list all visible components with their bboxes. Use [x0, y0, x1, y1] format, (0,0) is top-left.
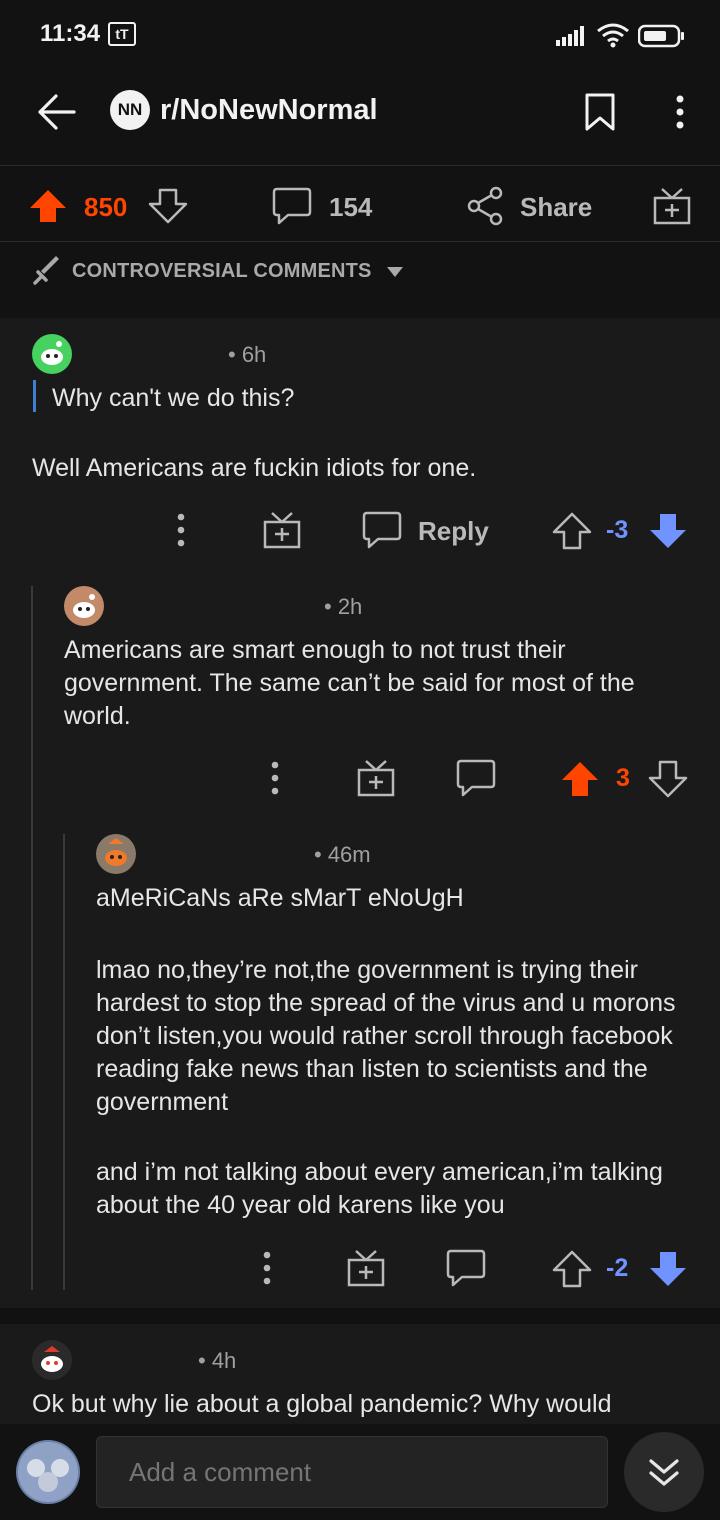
downvote-icon[interactable] [148, 188, 188, 224]
post-action-bar: 850 154 Share [0, 166, 720, 242]
comment-sort[interactable]: CONTROVERSIAL COMMENTS [0, 242, 720, 318]
comment-age: • 2h [324, 594, 363, 619]
more-options-icon[interactable] [672, 94, 688, 130]
comment-paragraph: aMeRiCaNs aRe sMarT eNoUgH [96, 884, 464, 912]
upvote-icon[interactable] [552, 1250, 592, 1288]
upvote-icon[interactable] [552, 512, 592, 550]
comment-score: -3 [606, 516, 629, 544]
reply-icon[interactable] [362, 510, 402, 550]
chevron-down-icon [386, 266, 404, 278]
comment-age: • 46m [314, 842, 371, 867]
status-bar: 11:34 tT [0, 0, 720, 70]
more-options-icon[interactable] [266, 760, 284, 796]
comment-separator [0, 1308, 720, 1324]
wifi-icon [596, 22, 630, 48]
comment-composer [0, 1424, 720, 1520]
comment-paragraph: lmao no,they’re not,the government is tr… [96, 956, 676, 1116]
award-icon[interactable] [346, 1248, 386, 1288]
downvote-icon[interactable] [648, 1250, 688, 1288]
reply-icon[interactable] [456, 758, 496, 798]
redacted-username [80, 1350, 198, 1370]
avatar[interactable] [32, 334, 72, 374]
app-header: NN r/NoNewNormal [0, 70, 720, 166]
comment-text: Ok but why lie about a global pandemic? … [32, 1390, 612, 1418]
clock: 11:34 [40, 20, 101, 47]
avatar[interactable] [32, 1340, 72, 1380]
redacted-username [112, 596, 322, 616]
post-vote-count: 850 [84, 192, 128, 222]
double-chevron-down-icon [648, 1458, 680, 1488]
reply-button[interactable]: Reply [418, 516, 489, 547]
quoted-text: Why can't we do this? [52, 384, 295, 412]
avatar[interactable] [64, 586, 104, 626]
award-icon[interactable] [262, 510, 302, 550]
comment-paragraph: and i’m not talking about every american… [96, 1158, 663, 1219]
redacted-username [92, 344, 222, 364]
downvote-icon[interactable] [648, 760, 688, 798]
sort-label: CONTROVERSIAL COMMENTS [72, 260, 372, 282]
signal-icon [556, 26, 588, 46]
back-arrow-icon[interactable] [36, 92, 76, 132]
upvote-icon[interactable] [560, 760, 600, 798]
subreddit-icon[interactable]: NN [110, 90, 150, 130]
quote-bar [33, 380, 36, 412]
comment-age: • 6h [228, 342, 267, 367]
comment-icon[interactable] [272, 186, 312, 226]
thread-line [31, 586, 33, 1290]
add-comment-input[interactable] [96, 1436, 608, 1508]
comment-score: -2 [606, 1254, 629, 1282]
notification-badge: tT [108, 22, 136, 46]
battery-icon [638, 24, 686, 48]
avatar[interactable] [96, 834, 136, 874]
comment-age: • 4h [198, 1348, 237, 1373]
share-button[interactable]: Share [520, 192, 592, 223]
upvote-icon[interactable] [28, 188, 68, 224]
redacted-username [144, 844, 302, 864]
more-options-icon[interactable] [258, 1250, 276, 1286]
user-avatar[interactable] [16, 1440, 80, 1504]
share-icon[interactable] [466, 186, 504, 226]
subreddit-name[interactable]: r/NoNewNormal [160, 94, 378, 127]
sword-icon [32, 256, 62, 286]
award-icon[interactable] [356, 758, 396, 798]
next-comment-button[interactable] [624, 1432, 704, 1512]
downvote-icon[interactable] [648, 512, 688, 550]
reply-icon[interactable] [446, 1248, 486, 1288]
thread-line [63, 834, 65, 1290]
comment-score: 3 [616, 764, 630, 792]
comment-text: Americans are smart enough to not trust … [64, 636, 635, 730]
post-comment-count: 154 [329, 192, 373, 222]
bookmark-icon[interactable] [584, 92, 616, 132]
award-icon[interactable] [652, 186, 692, 226]
comment-text: Well Americans are fuckin idiots for one… [32, 454, 477, 482]
more-options-icon[interactable] [172, 512, 190, 548]
